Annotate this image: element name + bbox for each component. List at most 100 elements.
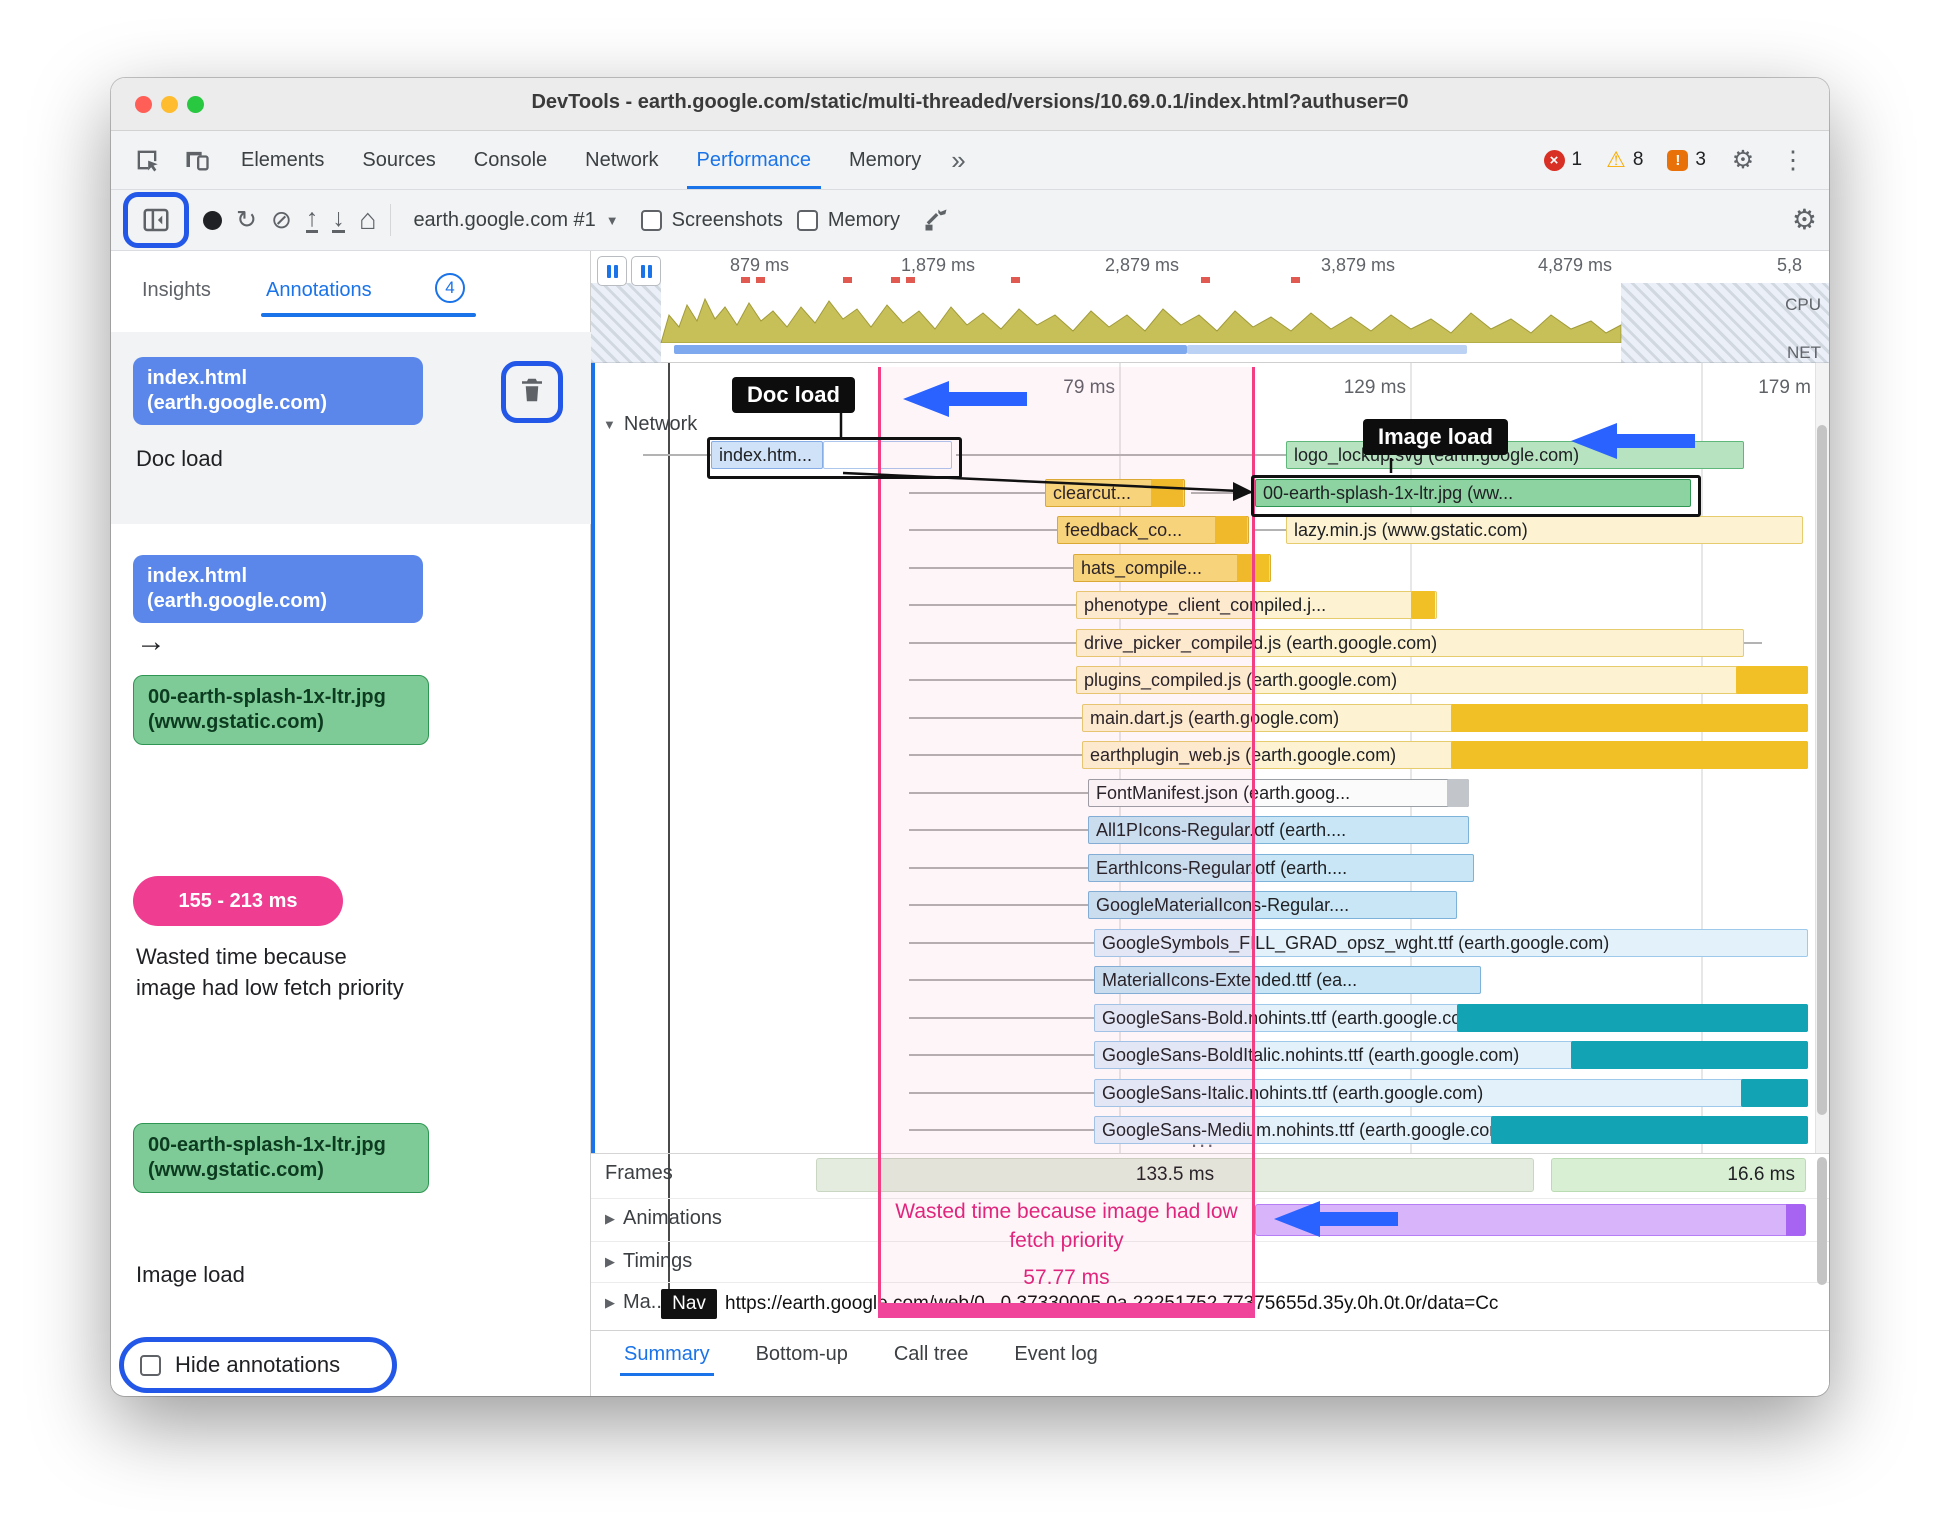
settings-gear-icon[interactable]: ⚙ [1721, 140, 1765, 180]
tab-console[interactable]: Console [458, 132, 563, 189]
tab-event-log[interactable]: Event log [1014, 1343, 1097, 1376]
issues-badge[interactable]: ! 3 [1667, 149, 1706, 171]
network-request-bar[interactable]: 00-earth-splash-1x-ltr.jpg (ww... [1255, 478, 1691, 507]
inspect-element-icon[interactable] [125, 140, 169, 180]
home-icon[interactable]: ⌂ [359, 205, 377, 235]
request-active-chunk [1571, 1041, 1808, 1069]
tab-bottom-up[interactable]: Bottom-up [756, 1343, 848, 1376]
animations-track-header[interactable]: ▶ Animations [605, 1207, 722, 1230]
upload-profile-icon[interactable]: ↑ [305, 205, 319, 234]
record-icon[interactable] [203, 210, 222, 230]
tab-sources[interactable]: Sources [346, 132, 451, 189]
frame-bar[interactable]: 133.5 ms [816, 1158, 1534, 1192]
timings-track[interactable]: ▶ Timings [591, 1241, 1829, 1283]
more-tabs-icon[interactable]: » [943, 145, 973, 176]
animations-track[interactable]: ▶ Animations [591, 1198, 1829, 1242]
network-request-bar[interactable]: phenotype_client_compiled.j... [1076, 591, 1437, 619]
network-track[interactable]: 79 ms 129 ms 179 m ▼ Network ... index.h… [591, 363, 1815, 1153]
memory-checkbox-row[interactable]: Memory [796, 209, 900, 232]
screenshots-label: Screenshots [671, 208, 783, 231]
request-label: GoogleSans-Bold.nohints.ttf (earth.googl… [1102, 1007, 1483, 1028]
network-request-bar[interactable]: lazy.min.js (www.gstatic.com) [1286, 516, 1803, 544]
kebab-menu-icon[interactable]: ⋮ [1771, 140, 1815, 180]
scrollbar-thumb[interactable] [1817, 425, 1827, 1115]
annotation-pill-time-range[interactable]: 155 - 213 ms [133, 876, 343, 926]
network-request-bar[interactable]: EarthIcons-Regular.otf (earth.... [1088, 853, 1474, 882]
screenshots-checkbox-row[interactable]: Screenshots [640, 208, 783, 232]
request-active-chunk [1741, 1078, 1808, 1107]
network-request-bar[interactable]: GoogleSans-Italic.nohints.ttf (earth.goo… [1094, 1078, 1808, 1107]
reload-and-record-icon[interactable]: ↻ [236, 207, 257, 233]
timings-track-label: Timings [623, 1250, 693, 1272]
sidebar-tab-insights[interactable]: Insights [142, 279, 211, 302]
network-request-bar[interactable]: index.htm... [711, 441, 823, 469]
pause-button[interactable] [597, 256, 627, 286]
devtools-content: Insights Annotations 4 index.html (earth… [111, 251, 1829, 1396]
request-whisker [909, 866, 1088, 869]
long-task-marker [756, 277, 765, 283]
request-label: lazy.min.js (www.gstatic.com) [1294, 520, 1528, 540]
clear-icon[interactable]: ⊘ [271, 207, 292, 233]
doc-load-callout[interactable]: Doc load [732, 377, 855, 413]
network-track-header[interactable]: ▼ Network [603, 413, 697, 436]
tab-summary[interactable]: Summary [620, 1343, 714, 1376]
request-active-chunk [1215, 516, 1247, 544]
main-track-header[interactable]: ▶ Ma... [605, 1291, 667, 1314]
frame-duration: 16.6 ms [1727, 1164, 1795, 1185]
trash-icon[interactable] [517, 375, 547, 410]
request-label: hats_compile... [1081, 557, 1203, 578]
network-request-bar[interactable]: drive_picker_compiled.js (earth.google.c… [1076, 628, 1744, 657]
annotation-pill-link-to[interactable]: 00-earth-splash-1x-ltr.jpg (www.gstatic.… [133, 675, 429, 745]
request-whisker [909, 791, 1088, 794]
long-task-marker [891, 277, 900, 283]
sidebar-tab-annotations[interactable]: Annotations [266, 279, 372, 302]
triangle-right-icon: ▶ [605, 1253, 615, 1269]
tab-performance[interactable]: Performance [681, 132, 828, 189]
tab-call-tree[interactable]: Call tree [894, 1343, 968, 1376]
frames-track[interactable]: Frames 133.5 ms 16.6 ms [591, 1153, 1829, 1199]
network-request-bar[interactable]: MaterialIcons-Extended.ttf (ea... [1094, 966, 1481, 994]
triangle-right-icon: ▶ [605, 1210, 615, 1226]
error-badge[interactable]: × 1 [1543, 149, 1582, 171]
tab-elements[interactable]: Elements [225, 132, 340, 189]
toggle-sidebar-icon[interactable] [134, 200, 178, 240]
device-toolbar-icon[interactable] [175, 140, 219, 180]
network-request-bar[interactable]: FontManifest.json (earth.goog... [1088, 778, 1469, 807]
devtools-window: DevTools - earth.google.com/static/multi… [111, 78, 1829, 1396]
animations-track-label: Animations [623, 1207, 722, 1229]
request-label: GoogleMaterialIcons-Regular.... [1096, 895, 1350, 915]
timeline-overview[interactable]: 879 ms 1,879 ms 2,879 ms 3,879 ms 4,879 … [591, 251, 1829, 363]
network-request-bar[interactable]: GoogleSymbols_FILL_GRAD_opsz_wght.ttf (e… [1094, 928, 1808, 957]
pause-button[interactable] [631, 256, 661, 286]
nav-marker[interactable]: Nav [661, 1289, 717, 1319]
annotation-pill-index-html[interactable]: index.html (earth.google.com) [133, 357, 423, 425]
hide-annotations-checkbox[interactable] [140, 1354, 161, 1376]
scrollbar-thumb[interactable] [1817, 1157, 1827, 1285]
annotation-pill-link-from[interactable]: index.html (earth.google.com) [133, 555, 423, 623]
request-whisker [909, 1091, 1094, 1094]
tab-memory[interactable]: Memory [833, 132, 937, 189]
annotation-label-wasted-time[interactable]: Wasted time because image had low fetch … [136, 941, 406, 1003]
active-sidebar-tab-underline [261, 313, 476, 317]
network-request-bar[interactable]: GoogleMaterialIcons-Regular.... [1088, 891, 1457, 919]
network-request-bar[interactable] [823, 441, 952, 469]
warning-badge[interactable]: ⚠ 8 [1606, 147, 1643, 173]
annotation-label-doc-load[interactable]: Doc load [136, 443, 223, 474]
annotation-label-image-load[interactable]: Image load [136, 1259, 245, 1290]
network-request-bar[interactable]: All1PIcons-Regular.otf (earth.... [1088, 816, 1469, 844]
timings-track-header[interactable]: ▶ Timings [605, 1250, 692, 1273]
profile-select[interactable]: earth.google.com #1 ▼ [405, 205, 626, 236]
screenshots-checkbox[interactable] [640, 209, 662, 231]
frame-bar[interactable]: 16.6 ms [1551, 1158, 1806, 1192]
memory-checkbox[interactable] [796, 209, 818, 231]
network-request-bar[interactable]: plugins_compiled.js (earth.google.com) [1076, 666, 1808, 694]
tab-network[interactable]: Network [569, 132, 674, 189]
annotation-pill-splash-image[interactable]: 00-earth-splash-1x-ltr.jpg (www.gstatic.… [133, 1123, 429, 1193]
request-active-chunk [1736, 666, 1808, 694]
wasted-time-range-bar[interactable] [878, 1303, 1255, 1318]
download-profile-icon[interactable]: ↓ [332, 205, 345, 234]
image-load-callout[interactable]: Image load [1363, 419, 1508, 455]
garbage-collect-icon[interactable] [914, 200, 958, 240]
capture-settings-gear-icon[interactable]: ⚙ [1792, 206, 1817, 234]
request-whisker [909, 604, 1076, 606]
